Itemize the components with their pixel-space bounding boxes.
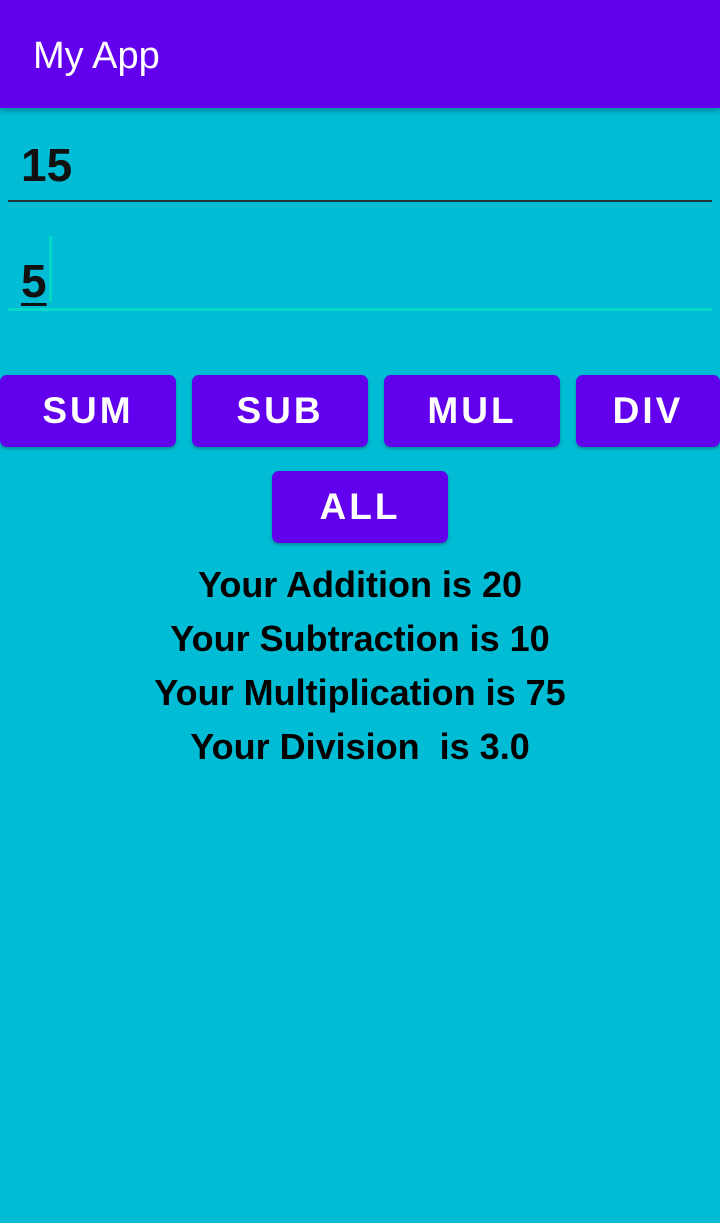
second-number-value: 5	[21, 255, 47, 307]
subtraction-result: Your Subtraction is 10	[170, 618, 550, 659]
div-button[interactable]: DIV	[576, 375, 720, 447]
addition-result: Your Addition is 20	[197, 564, 523, 605]
first-number-value: 15	[21, 139, 73, 191]
sum-button[interactable]: SUM	[0, 375, 176, 447]
division-result: Your Division is 3.0	[190, 726, 530, 767]
mul-button[interactable]: MUL	[384, 375, 560, 447]
second-number-field[interactable]: 5	[8, 236, 712, 311]
results-panel: Your Addition is 20 Your Subtraction is …	[0, 558, 720, 774]
first-number-field[interactable]: 15	[8, 128, 712, 202]
multiplication-result: Your Multiplication is 75	[154, 672, 566, 713]
all-button[interactable]: ALL	[272, 471, 448, 543]
app-bar: My App	[0, 0, 720, 108]
app-title: My App	[33, 35, 160, 77]
text-cursor	[49, 236, 52, 302]
sub-button[interactable]: SUB	[192, 375, 368, 447]
